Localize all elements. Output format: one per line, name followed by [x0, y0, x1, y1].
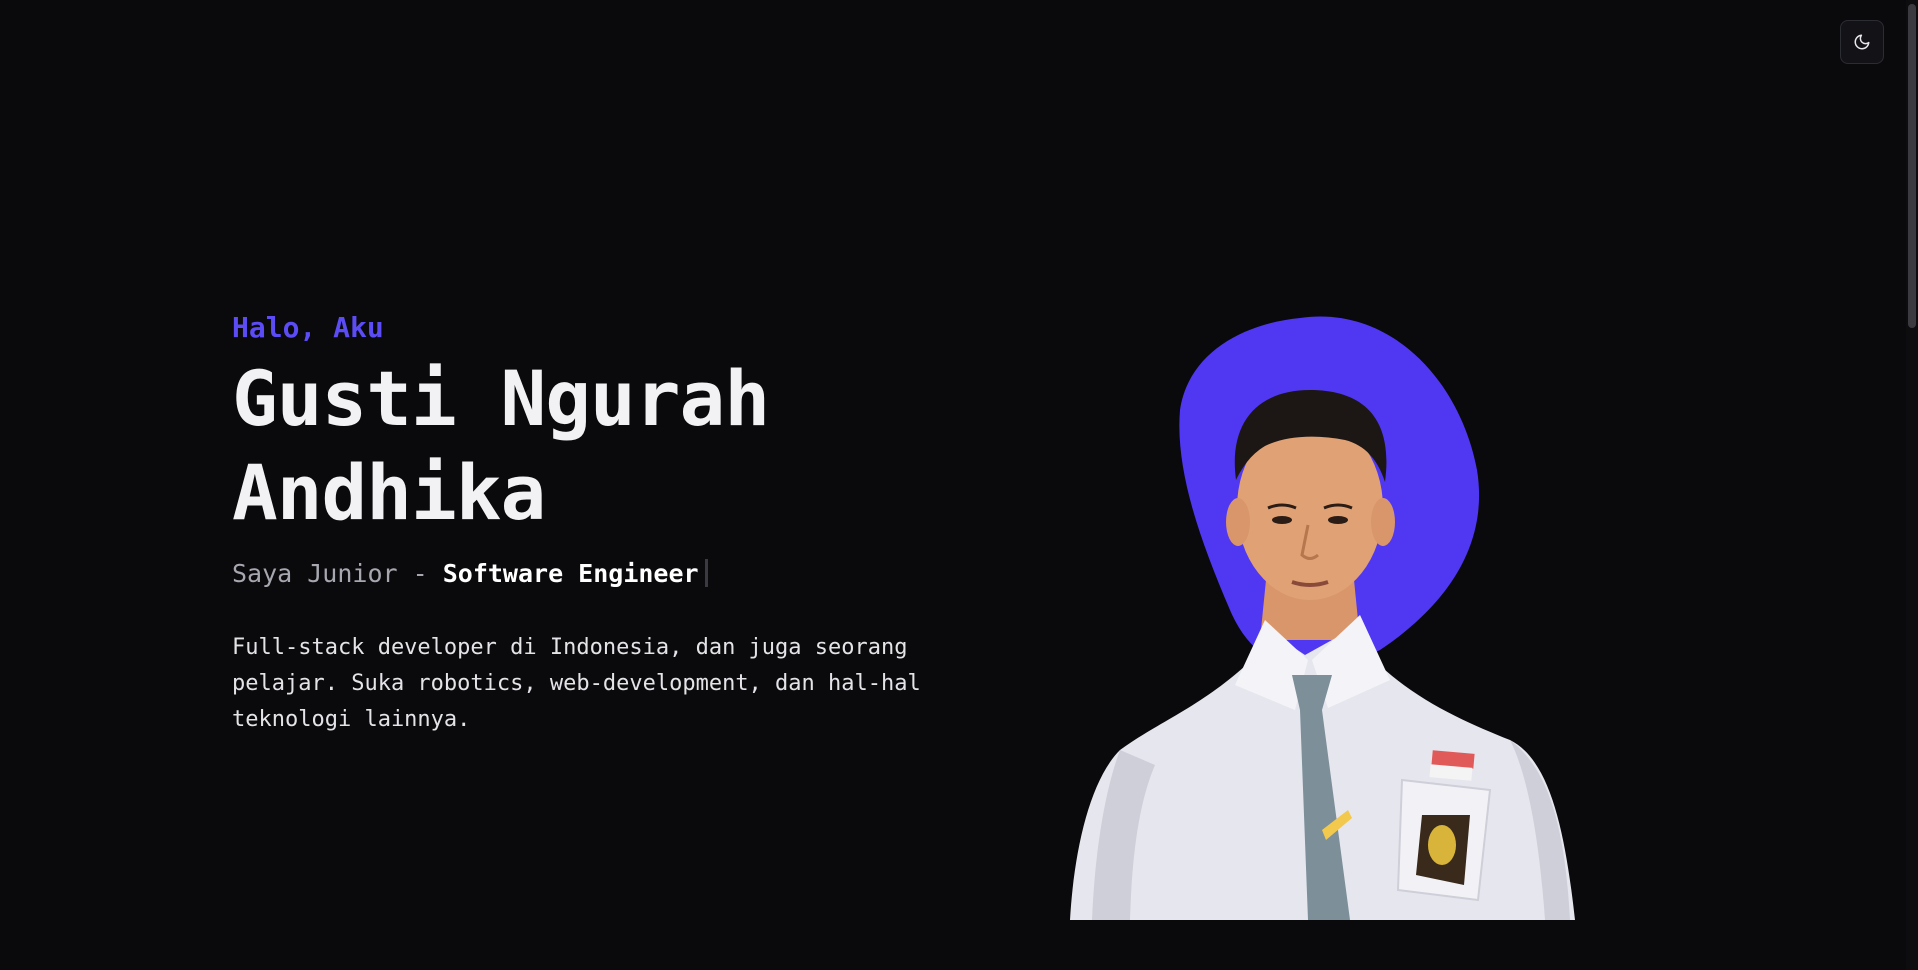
bio-text: Full-stack developer di Indonesia, dan j… — [232, 635, 921, 732]
moon-icon — [1854, 34, 1870, 50]
typing-cursor — [704, 559, 708, 587]
theme-toggle-button[interactable] — [1840, 20, 1884, 64]
hero-section: Halo, Aku Gusti Ngurah Andhika Saya Juni… — [232, 308, 952, 760]
role-line: Saya Junior - Software Engineer — [232, 556, 952, 592]
name-line-1: Gusti Ngurah — [232, 354, 770, 443]
name-line-2: Andhika — [232, 448, 546, 537]
page: Halo, Aku Gusti Ngurah Andhika Saya Juni… — [0, 0, 1918, 970]
profile-portrait — [1070, 316, 1575, 920]
page-title: Gusti Ngurah Andhika — [232, 352, 952, 540]
role-title: Software Engineer — [442, 559, 699, 588]
role-prefix: Saya Junior - — [232, 559, 443, 588]
page-scrollbar[interactable] — [1906, 0, 1918, 970]
scrollbar-thumb[interactable] — [1908, 4, 1916, 328]
greeting: Halo, Aku — [232, 311, 384, 344]
